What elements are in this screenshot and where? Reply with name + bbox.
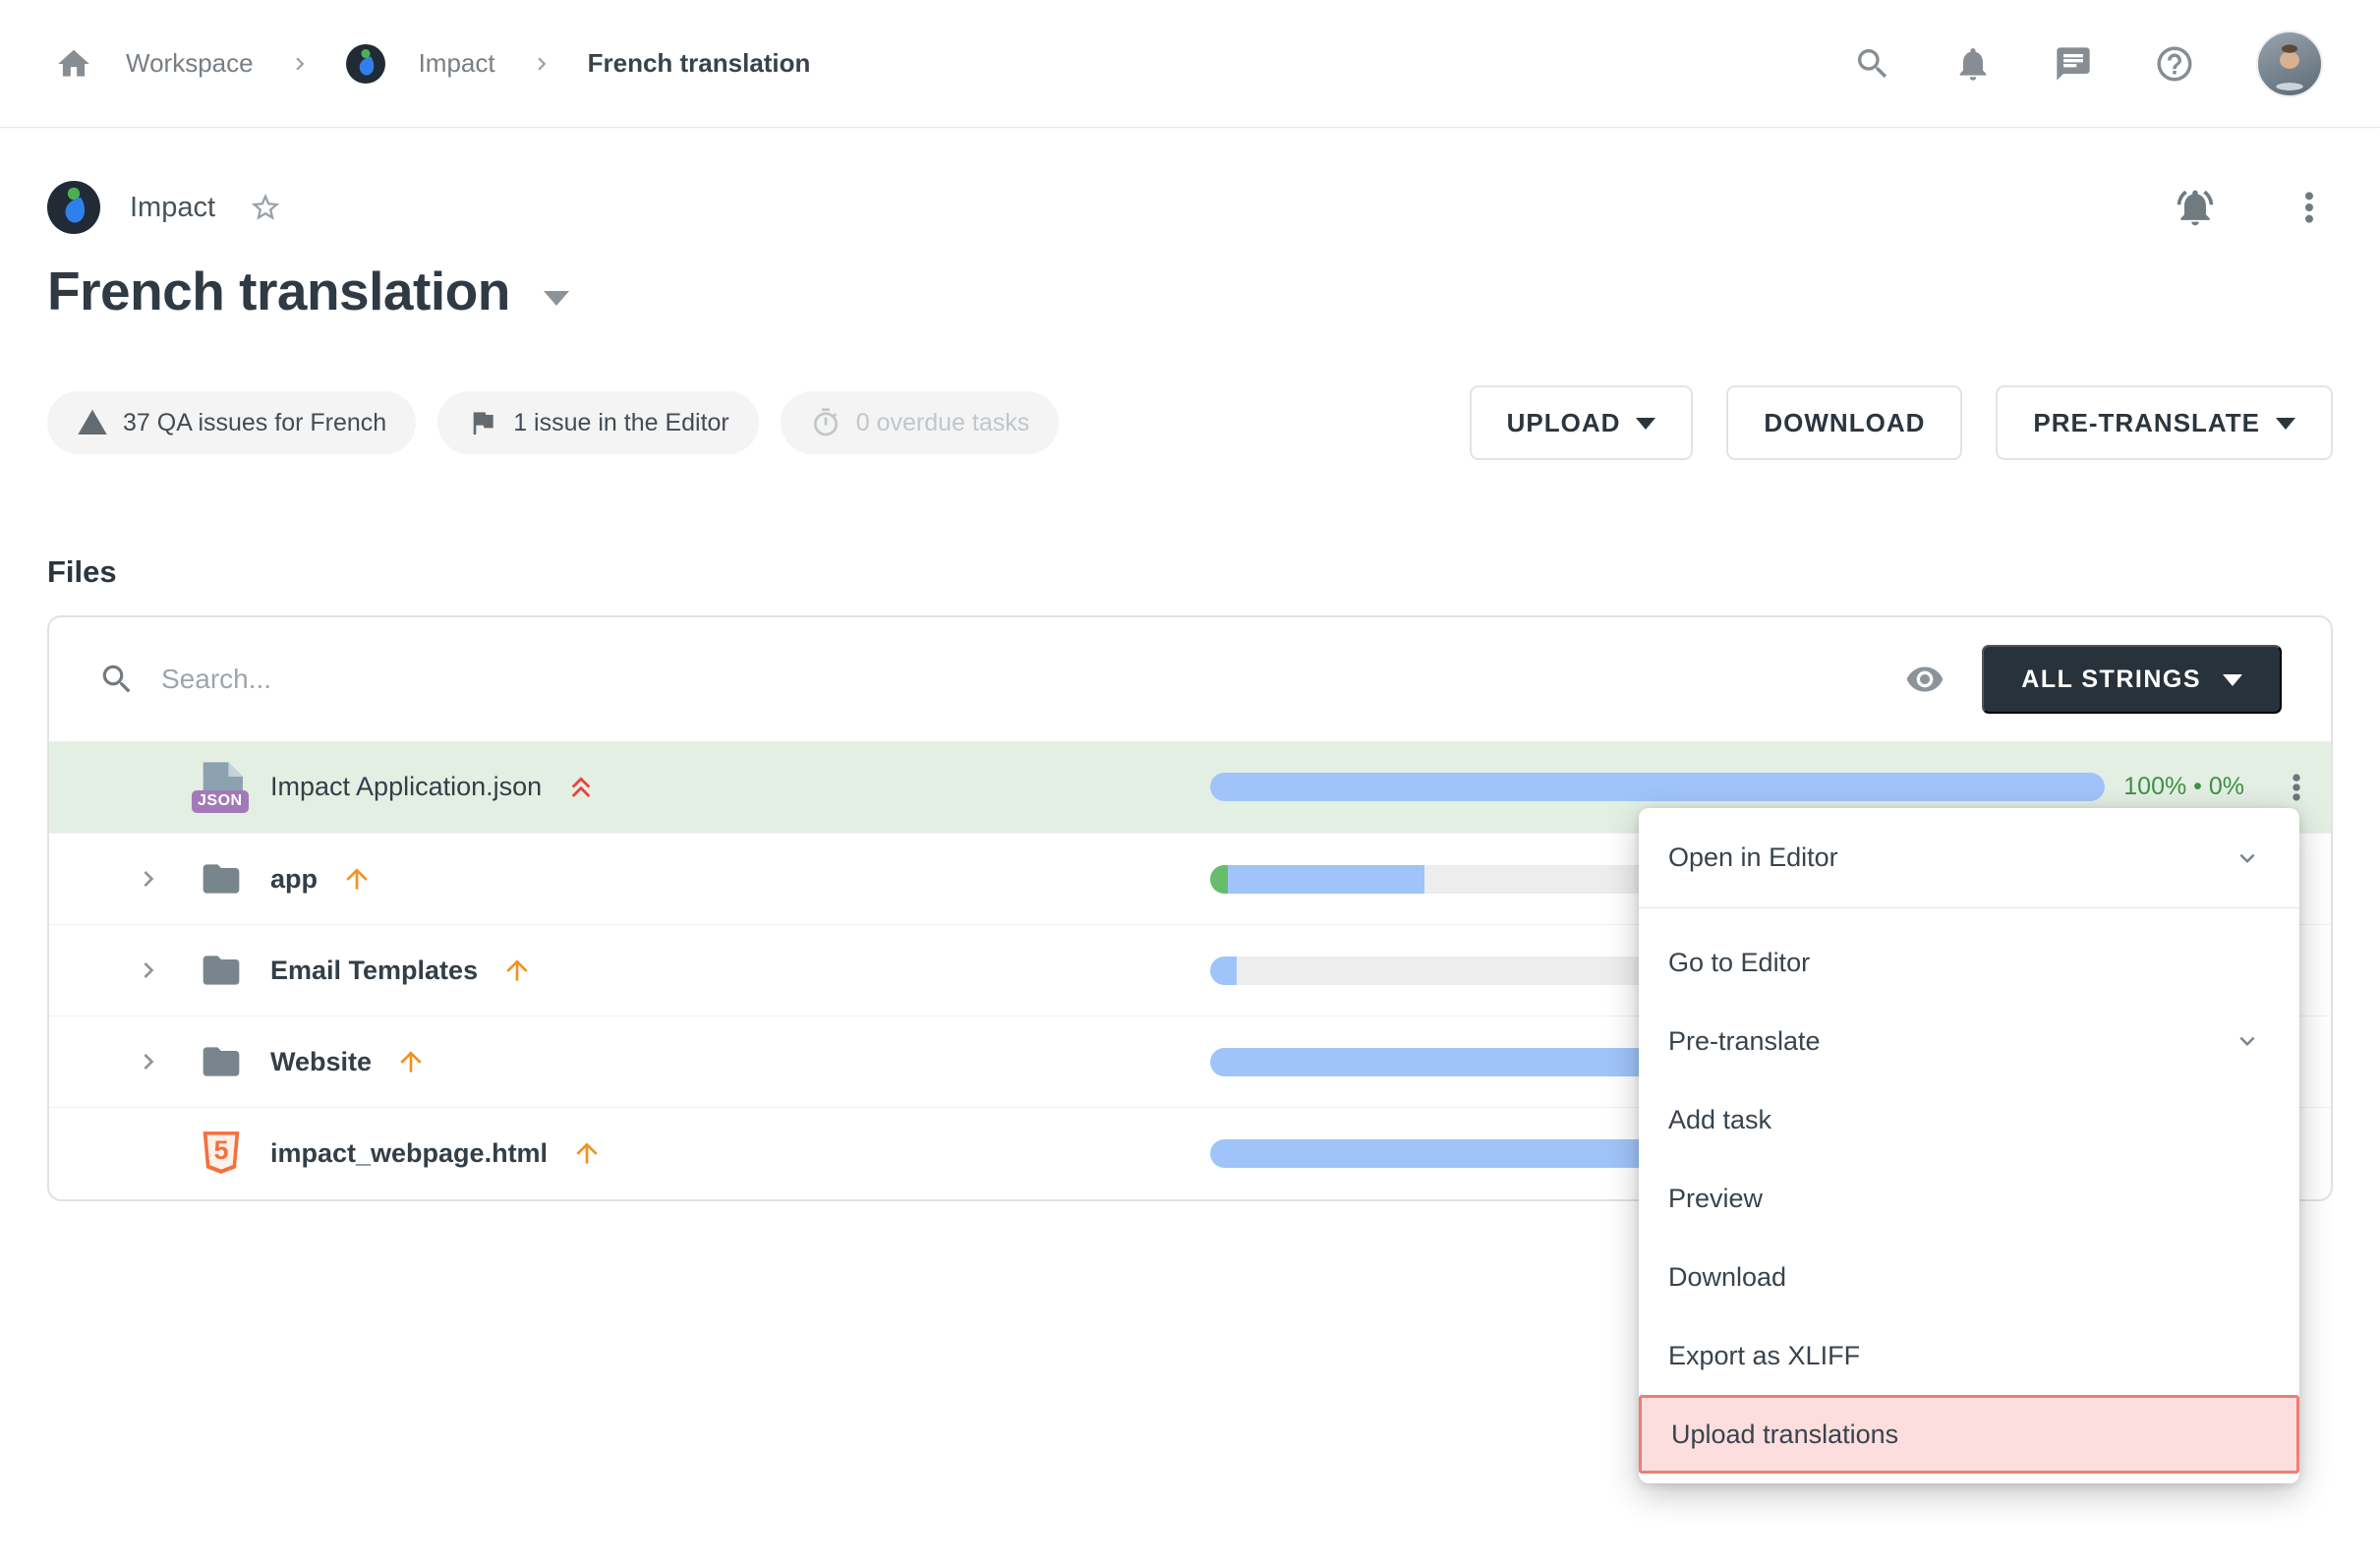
warning-icon [77,407,108,438]
search-icon [98,661,136,698]
badge-label: 0 overdue tasks [856,409,1030,437]
badge-label: 37 QA issues for French [123,409,386,437]
file-name: impact_webpage.html [270,1138,548,1169]
folder-name: Email Templates [270,956,478,986]
editor-issues-badge[interactable]: 1 issue in the Editor [437,391,759,454]
json-file-icon: JSON [200,762,243,813]
user-avatar[interactable] [2256,30,2323,97]
files-toolbar: ALL STRINGS [49,617,2331,741]
favorite-star-icon[interactable] [249,191,282,224]
messages-icon[interactable] [2054,44,2093,84]
status-badges: 37 QA issues for French 1 issue in the E… [47,391,1059,454]
menu-item-download[interactable]: Download [1639,1238,2299,1316]
page-title: French translation [47,260,510,322]
project-logo [346,44,385,84]
folder-icon [200,952,243,989]
expand-chevron-icon[interactable] [133,955,164,986]
chevron-right-icon [287,51,313,77]
breadcrumb: Workspace Impact French translation [55,44,810,84]
priority-highest-icon [565,771,597,804]
chevron-right-icon [529,51,554,77]
breadcrumb-current-page: French translation [588,48,811,79]
priority-high-icon [395,1046,427,1077]
file-name: Impact Application.json [270,772,542,802]
priority-high-icon [571,1137,603,1169]
expand-chevron-icon[interactable] [133,1046,164,1077]
menu-item-label: Go to Editor [1668,948,1810,978]
breadcrumb-workspace[interactable]: Workspace [126,48,254,79]
menu-item-label: Upload translations [1671,1420,1898,1450]
top-navigation-bar: Workspace Impact French translation [0,0,2380,128]
notifications-bell-icon[interactable] [1953,44,1993,84]
menu-item-open-in-editor[interactable]: Open in Editor [1639,808,2299,907]
button-label: UPLOAD [1507,408,1621,438]
chevron-down-icon [2233,1026,2262,1056]
project-logo [47,181,100,234]
title-dropdown-caret-icon[interactable] [544,291,569,306]
menu-item-label: Preview [1668,1184,1763,1214]
menu-item-label: Export as XLIFF [1668,1341,1860,1371]
json-badge-label: JSON [192,790,249,813]
chevron-down-icon [2276,418,2295,430]
search-icon[interactable] [1853,44,1892,84]
filter-button-label: ALL STRINGS [2021,666,2201,694]
menu-item-go-to-editor[interactable]: Go to Editor [1639,923,2299,1002]
badge-label: 1 issue in the Editor [513,409,729,437]
files-section-title: Files [47,554,2333,590]
html-file-icon: 5 [201,1129,242,1178]
folder-icon [200,860,243,898]
menu-item-upload-translations[interactable]: Upload translations [1639,1395,2299,1474]
breadcrumb-project[interactable]: Impact [419,48,495,79]
upload-button[interactable]: UPLOAD [1470,385,1694,460]
menu-item-label: Pre-translate [1668,1026,1821,1057]
menu-item-label: Add task [1668,1105,1771,1135]
menu-item-export-as-xliff[interactable]: Export as XLIFF [1639,1316,2299,1395]
folder-icon [200,1043,243,1080]
pre-translate-button[interactable]: PRE-TRANSLATE [1996,385,2333,460]
flag-icon [467,407,498,438]
menu-item-label: Open in Editor [1668,842,1838,873]
button-label: DOWNLOAD [1764,408,1925,438]
folder-name: app [270,864,318,895]
home-icon[interactable] [55,45,92,83]
help-icon[interactable] [2154,43,2195,85]
translation-progress-bar [1210,773,2105,801]
eye-visibility-icon[interactable] [1905,660,1945,699]
expand-chevron-icon[interactable] [133,863,164,895]
notification-bell-ring-icon[interactable] [2174,186,2217,229]
menu-item-label: Download [1668,1262,1786,1293]
menu-item-preview[interactable]: Preview [1639,1159,2299,1238]
file-search-input[interactable] [161,664,1905,695]
qa-issues-badge[interactable]: 37 QA issues for French [47,391,416,454]
strings-filter-button[interactable]: ALL STRINGS [1982,645,2282,714]
project-header: Impact [47,181,2333,234]
stopwatch-icon [810,407,842,438]
button-label: PRE-TRANSLATE [2033,408,2260,438]
file-context-menu: Open in Editor Go to Editor Pre-translat… [1639,808,2299,1483]
chevron-down-icon [1636,418,1655,430]
chevron-down-icon [2233,843,2262,873]
project-name: Impact [130,192,215,224]
priority-high-icon [341,863,373,895]
html-badge-label: 5 [201,1135,242,1166]
folder-name: Website [270,1047,372,1077]
project-actions: UPLOAD DOWNLOAD PRE-TRANSLATE [1470,385,2333,460]
chevron-down-icon [2223,674,2242,686]
project-kebab-menu-icon[interactable] [2290,188,2329,227]
menu-item-add-task[interactable]: Add task [1639,1080,2299,1159]
menu-item-pre-translate[interactable]: Pre-translate [1639,1002,2299,1080]
download-button[interactable]: DOWNLOAD [1726,385,1962,460]
priority-high-icon [501,955,533,986]
overdue-tasks-badge: 0 overdue tasks [781,391,1060,454]
